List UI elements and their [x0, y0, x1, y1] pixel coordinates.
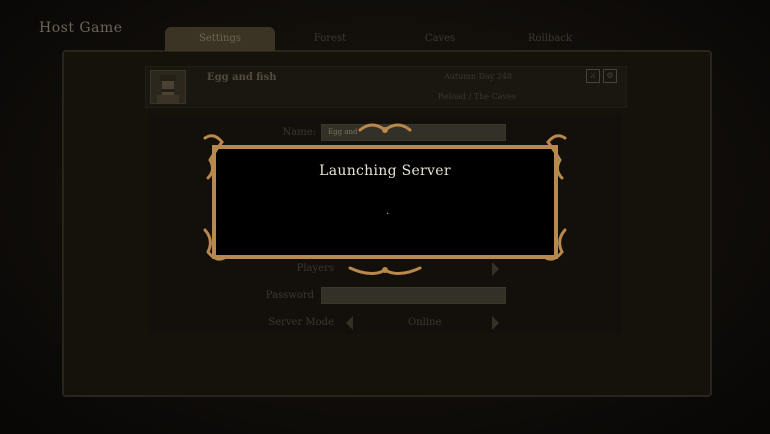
- server-mode-label: Server Mode: [268, 317, 334, 328]
- server-mode-prev-arrow[interactable]: [346, 316, 353, 330]
- dialog-ornament: [203, 123, 567, 275]
- slot-world: Reload / The Caves: [438, 92, 516, 101]
- pvp-icon: ⚔: [586, 69, 600, 83]
- password-input[interactable]: [321, 287, 506, 304]
- tab-forest[interactable]: Forest: [275, 27, 385, 51]
- slot-icons: ⚔ ⚙: [586, 69, 617, 83]
- server-mode-value: Online: [408, 317, 442, 328]
- tab-rollback[interactable]: Rollback: [495, 27, 605, 51]
- page-title: Host Game: [39, 20, 123, 36]
- character-avatar: [150, 70, 186, 104]
- tab-caves[interactable]: Caves: [385, 27, 495, 51]
- server-mode-next-arrow[interactable]: [492, 316, 499, 330]
- tab-settings[interactable]: Settings: [165, 27, 275, 51]
- slot-name: Egg and fish: [207, 72, 277, 83]
- slot-day: Autumn Day 248: [444, 72, 513, 81]
- password-label: Password: [265, 290, 314, 301]
- mod-icon: ⚙: [603, 69, 617, 83]
- tab-bar: Settings Forest Caves Rollback: [165, 27, 605, 51]
